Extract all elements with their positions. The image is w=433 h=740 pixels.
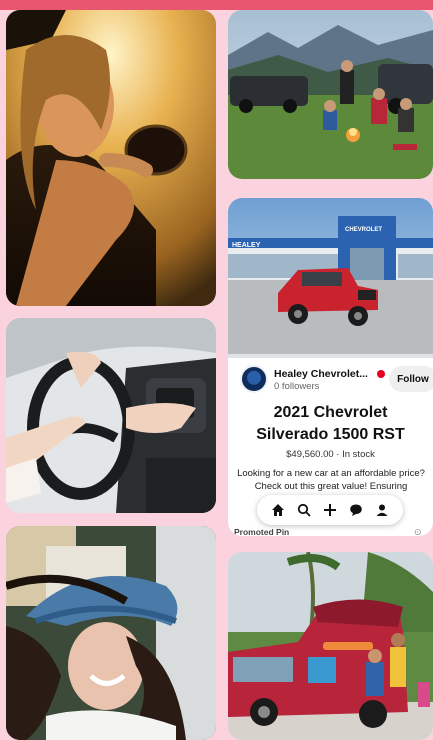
pin-image [228, 552, 433, 740]
pin-steering-wheel[interactable] [6, 318, 216, 513]
dealer-sign: HEALEY [232, 242, 261, 249]
search-icon[interactable] [295, 501, 313, 519]
advertiser-name[interactable]: Healey Chevrolet... [274, 368, 368, 380]
verified-icon [377, 370, 385, 378]
pin-woman-laughing[interactable] [6, 526, 216, 740]
pin-image [6, 526, 216, 740]
brand-sign: CHEVROLET [345, 227, 382, 233]
product-description: Looking for a new car at an affordable p… [237, 468, 425, 492]
chat-icon[interactable] [347, 501, 365, 519]
product-title-line-2: Silverado 1500 RST [256, 426, 405, 443]
product-title-line-1: 2021 Chevrolet [273, 404, 388, 421]
profile-icon[interactable] [373, 501, 391, 519]
plus-icon[interactable] [321, 501, 339, 519]
home-icon[interactable] [269, 501, 287, 519]
dealership-photo[interactable]: HEALEY CHEVROLET [228, 198, 433, 358]
pin-image [228, 10, 433, 179]
pin-image [6, 10, 216, 306]
pin-woman-car-window[interactable] [6, 10, 216, 306]
pin-campers-fire[interactable] [228, 10, 433, 179]
top-accent-bar [0, 0, 433, 10]
more-options-icon[interactable]: ⊙ [414, 527, 424, 536]
follow-button[interactable]: Follow [389, 366, 433, 392]
follower-count: 0 followers [274, 381, 320, 392]
promoted-label: Promoted Pin [234, 527, 290, 536]
pin-image [6, 318, 216, 513]
promoted-pin-card[interactable]: HEALEY CHEVROLET Healey Chevrolet... 0 f… [228, 198, 433, 536]
bottom-nav-bar [257, 495, 403, 525]
product-title[interactable]: 2021 Chevrolet Silverado 1500 RST [228, 402, 433, 446]
advertiser-row: Healey Chevrolet... 0 followers Follow [238, 364, 433, 394]
pin-family-red-suv[interactable] [228, 552, 433, 740]
price-and-stock: $49,560.00 · In stock [286, 449, 375, 460]
advertiser-avatar[interactable] [240, 365, 268, 393]
